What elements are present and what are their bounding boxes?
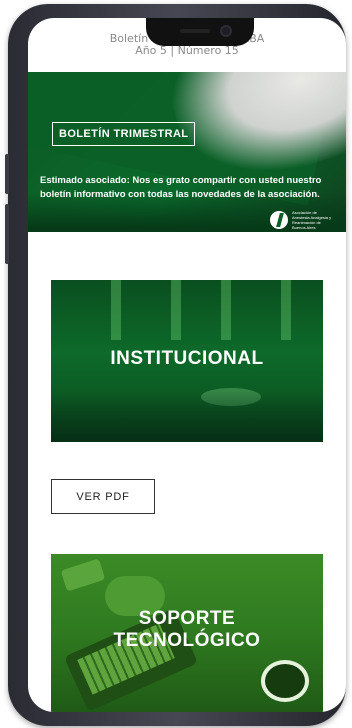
- volume-down-button: [5, 204, 9, 264]
- soporte-title-line1: SOPORTE: [138, 608, 236, 629]
- soporte-title: SOPORTE TECNOLÓGICO: [51, 608, 323, 652]
- pillar: [221, 280, 231, 340]
- banner-floor: [51, 392, 323, 442]
- coffee-cup-icon: [261, 660, 309, 702]
- smartphone-image: [60, 558, 106, 592]
- soporte-tecnologico-banner[interactable]: SOPORTE TECNOLÓGICO: [51, 554, 323, 712]
- speaker-icon: [180, 29, 210, 33]
- ver-pdf-button[interactable]: VER PDF: [51, 479, 155, 514]
- pillar: [281, 280, 291, 340]
- phone-frame: Boletín Informativo AAARBA Año 5 | Númer…: [5, 4, 346, 726]
- pillar: [171, 280, 181, 340]
- hero-banner: BOLETÍN TRIMESTRAL Estimado asociado: No…: [28, 72, 346, 232]
- front-camera-icon: [220, 25, 232, 37]
- institucional-title: INSTITUCIONAL: [110, 348, 264, 369]
- pillar: [111, 280, 121, 340]
- soporte-title-line2: TECNOLÓGICO: [113, 630, 261, 651]
- preheader-issue: Año 5 | Número 15: [135, 44, 239, 57]
- camera-notch: [146, 18, 254, 46]
- volume-up-button: [5, 154, 9, 194]
- association-logo: Asociación de Anestesia Analgesia y Rean…: [270, 210, 332, 230]
- hero-message: Estimado asociado: Nos es grato comparti…: [40, 175, 322, 200]
- boletin-tag: BOLETÍN TRIMESTRAL: [52, 122, 196, 146]
- email-screen: Boletín Informativo AAARBA Año 5 | Númer…: [28, 18, 346, 712]
- logo-mark-icon: [270, 211, 288, 229]
- logo-text: Asociación de Anestesia Analgesia y Rean…: [292, 210, 332, 230]
- institucional-banner[interactable]: INSTITUCIONAL: [51, 280, 323, 442]
